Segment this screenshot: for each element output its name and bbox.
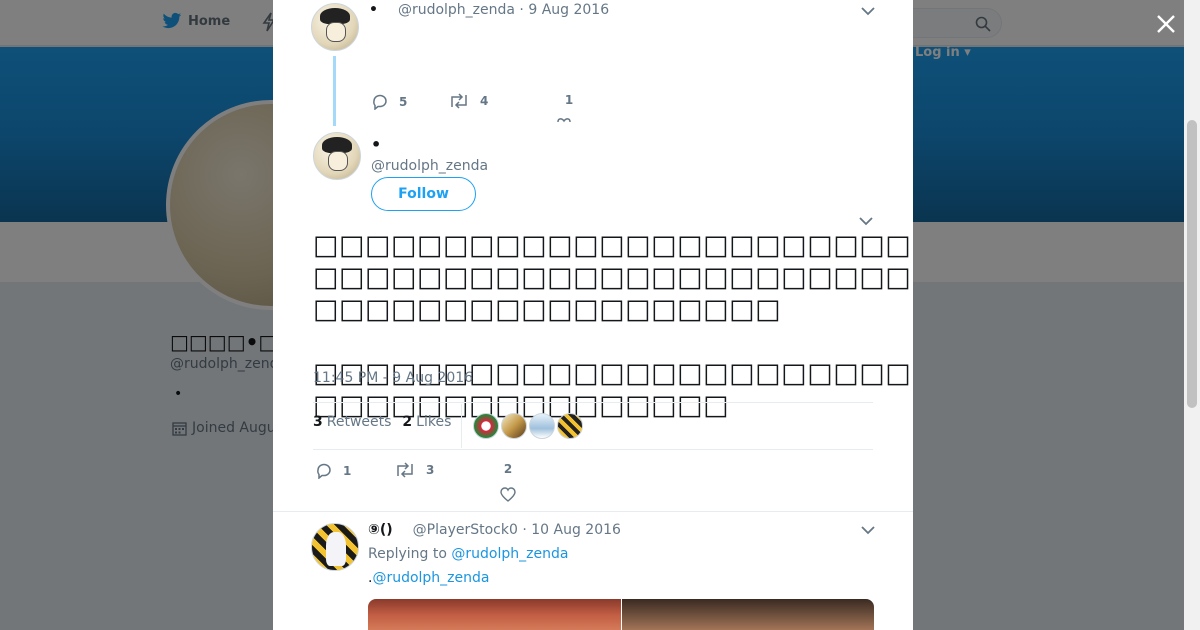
reply-tweet-handle[interactable]: @PlayerStock0 bbox=[413, 522, 518, 538]
reply-tweet-header: ⑨() @PlayerStock0 · 10 Aug 2016 bbox=[368, 522, 621, 538]
main-reply-count: 1 bbox=[343, 463, 352, 478]
main-like-count: 2 bbox=[503, 462, 513, 476]
retweet-icon bbox=[451, 93, 467, 109]
retweet-icon bbox=[397, 462, 413, 478]
parent-retweet-button[interactable]: 4 bbox=[448, 93, 488, 109]
reply-separator bbox=[273, 511, 913, 512]
liker-avatar[interactable] bbox=[501, 413, 527, 439]
reply-tweet-date[interactable]: 10 Aug 2016 bbox=[531, 522, 621, 538]
stats-separator bbox=[461, 404, 462, 448]
follow-button[interactable]: Follow bbox=[371, 177, 476, 211]
close-icon[interactable] bbox=[1152, 10, 1180, 38]
parent-tweet-date[interactable]: 9 Aug 2016 bbox=[528, 2, 609, 18]
main-tweet-handle[interactable]: @rudolph_zenda bbox=[371, 158, 488, 174]
reply-icon bbox=[373, 94, 387, 110]
main-tweet-name[interactable]: • bbox=[371, 135, 381, 154]
page-scrollbar[interactable] bbox=[1184, 0, 1200, 630]
replying-to-link[interactable]: @rudolph_zenda bbox=[451, 546, 568, 562]
liker-avatar[interactable] bbox=[473, 413, 499, 439]
parent-heart-icon[interactable] bbox=[556, 116, 572, 126]
main-retweet-count: 3 bbox=[426, 463, 435, 477]
retweets-stat[interactable]: 3 Retweets bbox=[313, 414, 391, 430]
stats-bottom-divider bbox=[313, 449, 873, 450]
main-like-button[interactable]: 2 bbox=[499, 462, 517, 476]
reply-media-grid[interactable] bbox=[368, 599, 874, 630]
parent-reply-count: 5 bbox=[399, 94, 408, 109]
reply-tweet-name[interactable]: ⑨() bbox=[368, 522, 393, 538]
main-tweet-chevron-down-icon[interactable] bbox=[859, 216, 873, 226]
heart-icon[interactable] bbox=[500, 487, 516, 502]
reply-tweet-avatar[interactable] bbox=[311, 523, 359, 571]
parent-reply-button[interactable]: 5 bbox=[371, 93, 407, 110]
tweet-permalink-modal: • @rudolph_zenda · 9 Aug 2016 5 4 1 • @ru… bbox=[273, 0, 913, 630]
parent-tweet-handle[interactable]: @rudolph_zenda bbox=[398, 2, 515, 18]
liker-avatar[interactable] bbox=[529, 413, 555, 439]
tweet-stats: 3 Retweets 2 Likes bbox=[313, 414, 451, 430]
likes-stat[interactable]: 2 Likes bbox=[402, 414, 451, 430]
parent-tweet-name[interactable]: • bbox=[369, 2, 378, 18]
parent-tweet-header: • @rudolph_zenda · 9 Aug 2016 bbox=[369, 2, 610, 18]
thread-connector-line bbox=[333, 56, 336, 126]
reply-media-image[interactable] bbox=[621, 599, 874, 630]
main-retweet-button[interactable]: 3 bbox=[394, 462, 434, 478]
reply-icon bbox=[317, 463, 331, 479]
parent-tweet-chevron-down-icon[interactable] bbox=[861, 6, 875, 16]
scrollbar-thumb[interactable] bbox=[1187, 120, 1197, 408]
reply-tweet-text: .@rudolph_zenda bbox=[368, 570, 490, 586]
liker-avatars bbox=[473, 413, 585, 439]
reply-media-image[interactable] bbox=[368, 599, 621, 630]
main-tweet-avatar[interactable] bbox=[313, 132, 361, 180]
main-reply-button[interactable]: 1 bbox=[315, 462, 351, 479]
main-tweet-text: □□□□□□□□□□□□□□□□□□□□□□□ □□□□□□□□□□□□□□□□□… bbox=[313, 230, 913, 421]
reply-tweet-chevron-down-icon[interactable] bbox=[861, 525, 875, 535]
parent-retweet-count: 4 bbox=[480, 94, 489, 108]
replying-to: Replying to @rudolph_zenda bbox=[368, 546, 569, 562]
parent-like-button[interactable]: 1 bbox=[557, 93, 581, 107]
parent-like-count: 1 bbox=[564, 93, 574, 107]
parent-tweet-avatar[interactable] bbox=[311, 3, 359, 51]
reply-mention-link[interactable]: @rudolph_zenda bbox=[372, 570, 489, 586]
stats-top-divider bbox=[313, 402, 873, 403]
main-tweet-timestamp[interactable]: 11:45 PM - 9 Aug 2016 bbox=[313, 370, 473, 386]
liker-avatar[interactable] bbox=[557, 413, 583, 439]
